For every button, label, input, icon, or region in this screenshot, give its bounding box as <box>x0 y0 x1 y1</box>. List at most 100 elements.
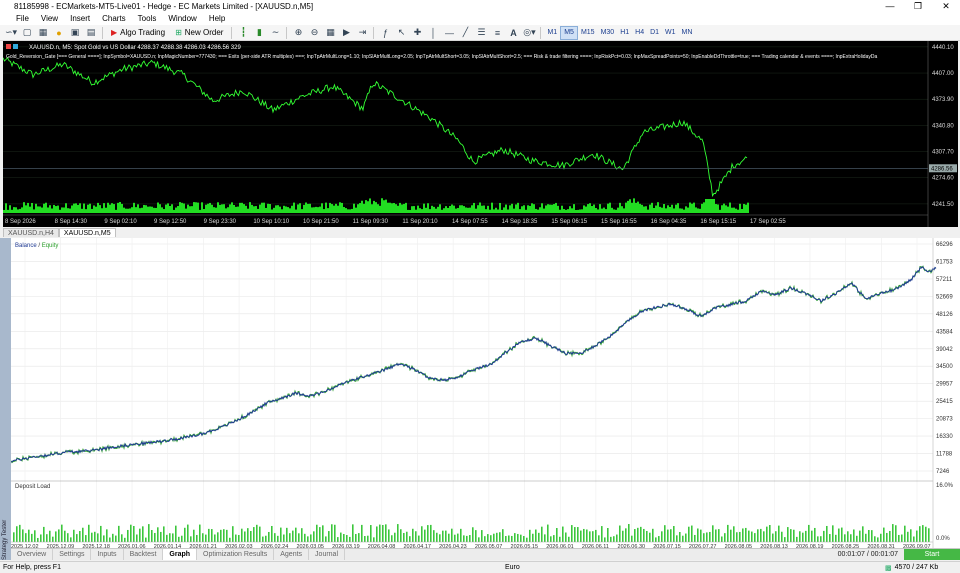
volume-bar <box>355 207 357 213</box>
balance-axis-label: 11788 <box>936 452 953 458</box>
vertical-line-icon[interactable]: │ <box>426 26 440 40</box>
deposit-load-bar <box>163 526 165 542</box>
chart-type-icon[interactable]: ∽▾ <box>4 26 18 40</box>
zoom-out-icon[interactable]: ⊖ <box>307 26 321 40</box>
tile-icon[interactable]: ▦ <box>323 26 337 40</box>
maximize-icon[interactable]: ❐ <box>904 0 932 13</box>
deposit-load-bar <box>451 528 453 542</box>
volume-bar <box>459 205 461 213</box>
timeframe-m30[interactable]: M30 <box>598 26 618 40</box>
crosshair-icon[interactable]: ✚ <box>410 26 424 40</box>
cursor-icon[interactable]: ↖ <box>394 26 408 40</box>
timeframe-mn[interactable]: MN <box>679 26 696 40</box>
timeframe-m5[interactable]: M5 <box>560 25 578 40</box>
shapes-icon[interactable]: ◎▾ <box>522 26 536 40</box>
volume-bar <box>365 200 367 213</box>
volume-bar <box>101 208 103 213</box>
tab-optimization-results[interactable]: Optimization Results <box>197 549 275 560</box>
timeframe-w1[interactable]: W1 <box>662 26 679 40</box>
menu-insert[interactable]: Insert <box>64 13 96 25</box>
menu-charts[interactable]: Charts <box>96 13 132 25</box>
connection-icon: ▩ <box>885 564 892 572</box>
market-watch-icon[interactable]: ● <box>52 26 66 40</box>
volume-bar <box>95 206 97 213</box>
time-axis-label: 11 Sep 20:10 <box>402 219 438 225</box>
deposit-load-bar <box>496 532 498 542</box>
close-icon[interactable]: ✕ <box>932 0 960 13</box>
volume-bar <box>263 202 265 213</box>
zoom-in-icon[interactable]: ⊕ <box>291 26 305 40</box>
menu-tools[interactable]: Tools <box>132 13 163 25</box>
volume-bar <box>273 207 275 213</box>
volume-bar <box>443 208 445 213</box>
volume-bar <box>719 209 721 213</box>
timeframe-m15[interactable]: M15 <box>578 26 598 40</box>
price-chart[interactable]: 4286.56 XAUUSD.n, M5: Spot Gold vs US Do… <box>2 41 958 227</box>
tester-timer: 00:01:07 / 00:01:07 <box>837 551 898 558</box>
volume-bar <box>533 204 535 213</box>
volume-bar <box>383 200 385 213</box>
text-icon[interactable]: A <box>506 26 520 40</box>
deposit-load-bar <box>103 535 105 542</box>
volume-bar <box>41 207 43 213</box>
tab-journal[interactable]: Journal <box>309 549 346 560</box>
timeframe-d1[interactable]: D1 <box>647 26 662 40</box>
timeframe-h4[interactable]: H4 <box>632 26 647 40</box>
trendline-icon[interactable]: ╱ <box>458 26 472 40</box>
tab-overview[interactable]: Overview <box>11 549 54 560</box>
deposit-load-bar <box>727 524 729 542</box>
volume-bar <box>417 205 419 213</box>
tab-agents[interactable]: Agents <box>274 549 310 560</box>
menu-help[interactable]: Help <box>203 13 231 25</box>
tab-settings[interactable]: Settings <box>53 549 92 560</box>
deposit-load-bar <box>568 536 570 542</box>
terminal-icon[interactable]: ▤ <box>84 26 98 40</box>
shift-icon[interactable]: ⇥ <box>355 26 369 40</box>
profiles-icon[interactable]: ▦ <box>36 26 50 40</box>
strategy-tester-sidebar[interactable]: Strategy Tester <box>0 238 11 560</box>
deposit-load-bar <box>463 535 465 542</box>
navigator-icon[interactable]: ▣ <box>68 26 82 40</box>
volume-bar <box>551 204 553 213</box>
deposit-load-bar <box>520 534 522 542</box>
volume-bar <box>705 199 707 213</box>
deposit-load-bar <box>181 535 183 542</box>
volume-bar <box>11 209 13 213</box>
candles-icon[interactable]: ▮ <box>252 26 266 40</box>
volume-bar <box>487 205 489 213</box>
price-chart-svg[interactable]: 4286.56 XAUUSD.n, M5: Spot Gold vs US Do… <box>2 41 958 227</box>
tab-backtest[interactable]: Backtest <box>124 549 164 560</box>
volume-bar <box>63 207 65 213</box>
deposit-load-bar <box>922 525 924 542</box>
tester-graph[interactable]: Balance / Equity Deposit Load 66296 61753… <box>10 238 960 550</box>
deposit-load-bar <box>871 530 873 542</box>
menu-view[interactable]: View <box>35 13 64 25</box>
time-axis-label: 16 Sep 04:35 <box>651 219 687 225</box>
scroll-icon[interactable]: ▶ <box>339 26 353 40</box>
algo-trading-button[interactable]: ▶ Algo Trading <box>107 26 169 40</box>
new-chart-icon[interactable]: ▢ <box>20 26 34 40</box>
volume-bar <box>23 202 25 213</box>
deposit-load-bar <box>862 526 864 542</box>
timeframe-m1[interactable]: M1 <box>544 26 560 40</box>
new-order-button[interactable]: ⊞ New Order <box>171 26 227 40</box>
menu-window[interactable]: Window <box>162 13 202 25</box>
start-button[interactable]: Start <box>904 549 960 560</box>
deposit-load-bar <box>130 524 132 542</box>
tab-inputs[interactable]: Inputs <box>91 549 124 560</box>
menu-file[interactable]: File <box>2 13 35 25</box>
fibo-icon[interactable]: ≡ <box>490 26 504 40</box>
line-chart-icon[interactable]: ∼ <box>268 26 282 40</box>
timeframe-h1[interactable]: H1 <box>617 26 632 40</box>
volume-bar <box>501 209 503 213</box>
chart-tab-h4[interactable]: XAUUSD.n,H4 <box>3 228 59 237</box>
chart-tab-m5[interactable]: XAUUSD.n,M5 <box>58 228 116 237</box>
horizontal-line-icon[interactable]: — <box>442 26 456 40</box>
tab-graph[interactable]: Graph <box>163 549 198 560</box>
bar-chart-icon[interactable]: ┇ <box>236 26 250 40</box>
indicators-icon[interactable]: ƒ <box>378 26 392 40</box>
minimize-icon[interactable]: — <box>876 0 904 13</box>
channel-icon[interactable]: ☰ <box>474 26 488 40</box>
deposit-load-bar <box>217 532 219 542</box>
volume-bar <box>707 199 709 213</box>
